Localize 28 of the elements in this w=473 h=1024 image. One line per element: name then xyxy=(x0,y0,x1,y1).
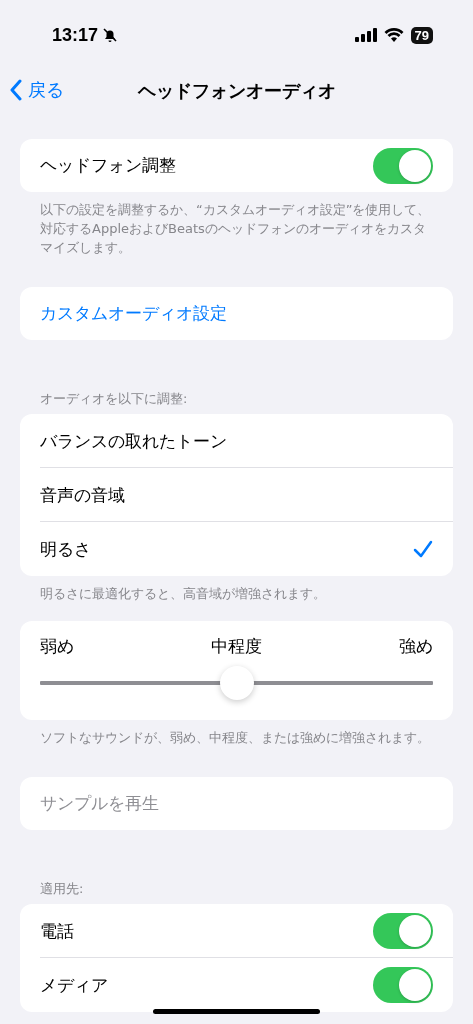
battery-level: 79 xyxy=(410,26,433,44)
chevron-left-icon xyxy=(10,79,22,101)
toggle-switch[interactable] xyxy=(373,913,433,949)
option-label[interactable]: 音声の音域 xyxy=(40,483,125,507)
footer-text: 明るさに最適化すると、高音域が増強されます。 xyxy=(40,585,327,603)
section-header: オーディオを以下に調整: xyxy=(40,390,189,408)
slider-max-label: 強め xyxy=(399,635,433,658)
back-button[interactable]: 戻る xyxy=(10,78,64,102)
page-title: ヘッドフォンオーディオ xyxy=(137,79,336,103)
setting-label: ヘッドフォン調整 xyxy=(40,154,176,177)
toggle-switch[interactable] xyxy=(373,147,433,184)
toggle-switch[interactable] xyxy=(373,967,433,1003)
footer-text: ソフトなサウンドが、弱め、中程度、または強めに増強されます。 xyxy=(40,729,431,747)
strength-slider[interactable] xyxy=(40,666,433,700)
slider-min-label: 弱め xyxy=(40,635,74,658)
section-header: 適用先: xyxy=(40,880,85,898)
option-label[interactable]: バランスの取れたトーン xyxy=(40,429,227,453)
silent-bell-icon xyxy=(102,27,119,43)
custom-audio-link[interactable]: カスタムオーディオ設定 xyxy=(40,302,227,325)
setting-label: 電話 xyxy=(40,919,74,943)
setting-label: メディア xyxy=(40,973,108,997)
status-time: 13:17 xyxy=(52,24,99,46)
footer-text: 以下の設定を調整するか、“カスタムオーディオ設定”を使用して、対応するAppleおよびBeatsのヘッドフォンのオーディオをカスタマイズします。 xyxy=(40,201,432,257)
signal-icon xyxy=(354,28,377,42)
slider-thumb[interactable] xyxy=(219,666,254,700)
slider-mid-label: 中程度 xyxy=(211,635,262,658)
wifi-icon xyxy=(383,28,404,42)
option-label[interactable]: 明るさ xyxy=(40,537,91,561)
